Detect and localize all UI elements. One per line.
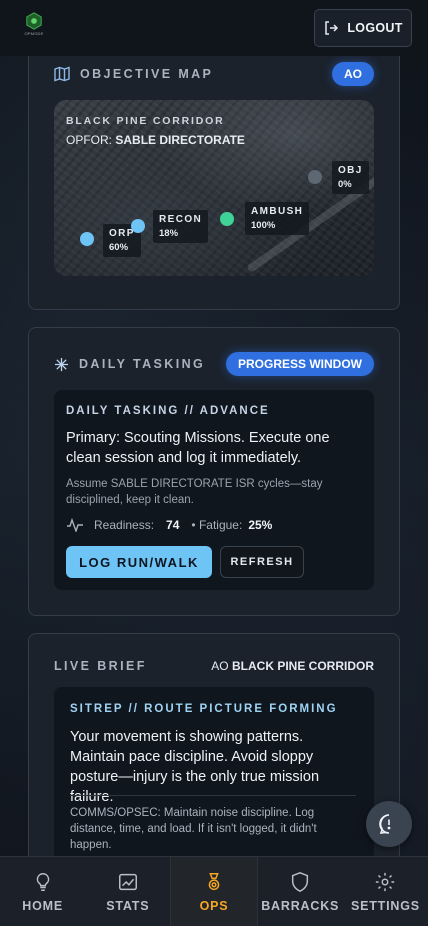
obj-node[interactable]	[308, 170, 322, 184]
chart-icon	[118, 873, 137, 890]
chat-alert-icon	[379, 814, 391, 834]
opfor-label: OPFOR:	[66, 133, 113, 147]
opfor-name: SABLE DIRECTORATE	[115, 133, 245, 147]
primary-task-text: Primary: Scouting Missions. Execute one …	[66, 430, 330, 466]
nav-stats[interactable]: STATS	[85, 857, 170, 926]
sitrep-panel: SITREP // ROUTE PICTURE FORMING Your mov…	[54, 687, 374, 856]
recon-tag: RECON 18%	[153, 210, 209, 243]
fatigue-value: 25%	[248, 518, 273, 532]
logout-icon	[325, 21, 339, 35]
daily-tasking-card: DAILY TASKING PROGRESS WINDOW DAILY TASK…	[28, 327, 400, 616]
nav-stats-label: STATS	[106, 898, 150, 913]
nav-ops-label: OPS	[199, 898, 229, 913]
readiness-value: 74	[166, 518, 180, 532]
live-brief-title: LIVE BRIEF	[54, 659, 147, 673]
orp-pct: 60%	[109, 242, 129, 253]
logout-button[interactable]: LOGOUT	[314, 9, 412, 47]
ambush-tag: AMBUSH 100%	[245, 202, 310, 235]
map-icon	[54, 66, 70, 82]
ao-value: BLACK PINE CORRIDOR	[231, 659, 374, 673]
nav-settings-label: SETTINGS	[350, 898, 420, 913]
readiness-label: Readiness:	[94, 518, 155, 532]
nav-ops[interactable]: OPS	[170, 857, 258, 926]
ambush-pct: 100%	[251, 220, 276, 231]
fatigue-label: • Fatigue:	[191, 518, 243, 532]
nav-barracks[interactable]: BARRACKS	[258, 857, 343, 926]
sitrep-divider	[70, 795, 356, 796]
top-bar: OPMODE LOGOUT	[0, 0, 428, 56]
live-brief-card: LIVE BRIEF AO BLACK PINE CORRIDOR SITREP…	[28, 633, 400, 856]
objective-map-title: OBJECTIVE MAP	[80, 67, 214, 81]
readiness-stats: Readiness: 74 • Fatigue: 25%	[66, 518, 272, 532]
recon-node[interactable]	[131, 219, 145, 233]
objective-map-card: OBJECTIVE MAP AO BLACK PINE CORRIDOR OPF…	[28, 56, 400, 310]
medal-icon	[208, 872, 220, 890]
app-logo[interactable]: OPMODE	[20, 12, 48, 42]
recon-pct: 18%	[159, 228, 179, 239]
nav-home-label: HOME	[22, 898, 63, 913]
ao-badge[interactable]: AO	[332, 62, 374, 86]
nav-settings[interactable]: SETTINGS	[343, 857, 428, 926]
logout-label: LOGOUT	[347, 21, 403, 35]
ao-line: AO BLACK PINE CORRIDOR	[211, 659, 374, 673]
chat-button[interactable]	[366, 801, 412, 847]
secondary-task-text: Assume SABLE DIRECTORATE ISR cycles—stay…	[66, 478, 323, 506]
orp-node[interactable]	[80, 232, 94, 246]
ambush-node[interactable]	[220, 212, 234, 226]
daily-tasking-panel: DAILY TASKING // ADVANCE Primary: Scouti…	[54, 390, 374, 590]
logo-hex-icon	[26, 12, 42, 30]
pulse-icon	[67, 518, 83, 532]
nav-barracks-label: BARRACKS	[261, 898, 340, 913]
sitrep-title: SITREP // ROUTE PICTURE FORMING	[70, 703, 338, 715]
obj-label: OBJ	[338, 165, 363, 176]
shield-icon	[292, 871, 309, 892]
progress-window-badge[interactable]: PROGRESS WINDOW	[225, 352, 374, 376]
logo-text: OPMODE	[24, 31, 44, 36]
obj-tag: OBJ 0%	[332, 161, 369, 194]
opfor-line: OPFOR: SABLE DIRECTORATE	[66, 133, 245, 147]
comms-text: COMMS/OPSEC: Maintain noise discipline. …	[70, 807, 317, 851]
gear-icon	[376, 872, 395, 891]
objective-map[interactable]: BLACK PINE CORRIDOR OPFOR: SABLE DIRECTO…	[54, 100, 374, 276]
snowflake-icon	[54, 357, 69, 371]
obj-pct: 0%	[338, 179, 352, 190]
nav-home[interactable]: HOME	[0, 857, 85, 926]
main-scroll[interactable]: OBJECTIVE MAP AO BLACK PINE CORRIDOR OPF…	[0, 56, 428, 856]
orp-label: ORP	[109, 228, 135, 239]
corridor-name: BLACK PINE CORRIDOR	[66, 115, 225, 127]
log-run-walk-button[interactable]: LOG RUN/WALK	[66, 546, 212, 578]
refresh-button[interactable]: REFRESH	[220, 546, 304, 578]
ao-label: AO	[211, 659, 229, 673]
daily-tasking-subtitle: DAILY TASKING // ADVANCE	[66, 405, 270, 417]
bottom-nav: HOME STATS OPS BARRACKS SETTINGS	[0, 856, 428, 926]
recon-label: RECON	[159, 214, 203, 225]
ambush-label: AMBUSH	[251, 206, 304, 217]
daily-tasking-title: DAILY TASKING	[79, 357, 206, 371]
lightbulb-icon	[36, 872, 49, 891]
